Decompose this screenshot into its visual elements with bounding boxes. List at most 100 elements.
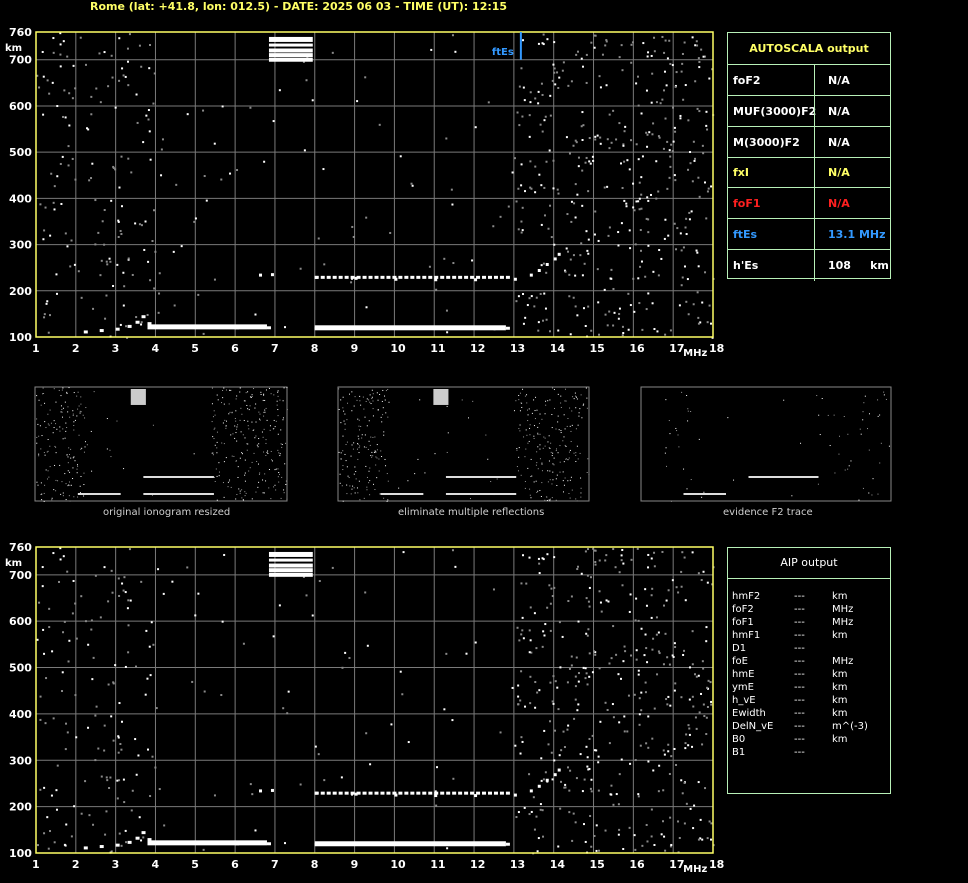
noise-point	[613, 311, 616, 314]
noise-point	[668, 772, 671, 775]
noise-point	[574, 675, 577, 678]
block-band	[268, 572, 313, 577]
noise-point	[533, 828, 536, 831]
thumb-noise	[375, 464, 377, 466]
noise-point	[679, 232, 682, 235]
thumb-noise	[76, 415, 78, 417]
noise-point	[68, 124, 71, 127]
noise-point	[549, 204, 552, 207]
noise-point	[581, 204, 584, 207]
noise-point	[566, 213, 569, 216]
thumb-noise	[675, 427, 677, 429]
noise-point	[620, 758, 623, 761]
thumb-noise	[364, 416, 366, 418]
noise-point	[669, 329, 672, 332]
thumb-noise	[352, 485, 354, 487]
noise-point	[58, 580, 61, 583]
noise-point	[640, 627, 643, 630]
noise-point	[59, 43, 62, 46]
thumb-noise	[472, 400, 474, 402]
x-tick-label: 18	[709, 858, 724, 871]
thumb-noise	[579, 452, 581, 454]
thumb-noise	[885, 398, 887, 400]
noise-point	[66, 245, 69, 248]
thumb-noise	[343, 410, 345, 412]
noise-point	[249, 106, 252, 109]
es-trace-point	[362, 791, 367, 795]
thumb-noise	[234, 417, 236, 419]
noise-point	[658, 764, 661, 767]
thumb-noise	[358, 447, 360, 449]
thumb-noise	[40, 448, 42, 450]
thumb-noise	[64, 401, 66, 403]
noise-point	[120, 844, 123, 847]
thumb-noise	[78, 434, 80, 436]
noise-point	[691, 180, 694, 183]
noise-point	[670, 755, 673, 758]
noise-point	[523, 806, 526, 809]
noise-point	[39, 695, 42, 698]
noise-point	[623, 199, 626, 202]
es-trace-point	[314, 791, 318, 795]
thumb-noise	[83, 484, 85, 486]
thumb-noise	[67, 462, 69, 464]
thumb-noise	[834, 472, 836, 474]
thumb-noise	[378, 458, 380, 460]
noise-point	[588, 605, 591, 608]
thumb-noise	[540, 495, 542, 497]
noise-point	[117, 577, 120, 580]
noise-point	[119, 742, 122, 745]
noise-point	[694, 673, 697, 676]
noise-point	[566, 681, 569, 684]
thumb-noise	[554, 407, 556, 409]
noise-point	[263, 160, 266, 163]
thumb-noise	[883, 391, 885, 393]
thumb-noise	[66, 427, 68, 429]
thumb-noise	[580, 492, 582, 494]
noise-point	[573, 717, 576, 720]
noise-point	[556, 188, 559, 191]
noise-point	[550, 751, 553, 754]
noise-point	[622, 332, 625, 335]
thumb-noise	[344, 453, 346, 455]
noise-point	[539, 803, 542, 806]
thumb-noise	[868, 449, 870, 451]
thumb-noise	[216, 475, 218, 477]
thumb-noise	[39, 425, 41, 427]
thumb-noise	[548, 435, 550, 437]
thumb-noise	[243, 400, 245, 402]
thumb-noise	[244, 495, 246, 497]
noise-point	[122, 271, 125, 274]
noise-point	[56, 764, 59, 767]
noise-point	[632, 206, 635, 209]
noise-point	[656, 673, 659, 676]
noise-point	[90, 113, 93, 116]
noise-point	[43, 313, 46, 316]
noise-point	[636, 547, 639, 550]
thumb-noise	[223, 496, 225, 498]
thumb-noise	[533, 425, 535, 427]
thumb-noise	[73, 429, 75, 431]
thumb-noise	[524, 456, 526, 458]
noise-point	[709, 681, 712, 684]
thumb-noise	[70, 457, 72, 459]
noise-point	[587, 238, 590, 241]
noise-point	[639, 229, 642, 232]
thumb-noise	[577, 424, 579, 426]
noise-point	[617, 803, 620, 806]
thumb-noise	[230, 389, 232, 391]
thumb-noise	[365, 446, 367, 448]
noise-point	[598, 333, 601, 336]
noise-point	[127, 651, 130, 654]
noise-point	[545, 318, 548, 321]
es-trace-point	[440, 275, 445, 279]
noise-point	[546, 553, 549, 556]
noise-point	[147, 748, 150, 751]
thumb-noise	[73, 425, 75, 427]
thumb-noise	[843, 415, 845, 417]
noise-point	[695, 675, 698, 678]
thumb-noise	[55, 423, 57, 425]
noise-point	[452, 777, 455, 780]
noise-point	[41, 50, 44, 53]
noise-point	[637, 793, 640, 796]
